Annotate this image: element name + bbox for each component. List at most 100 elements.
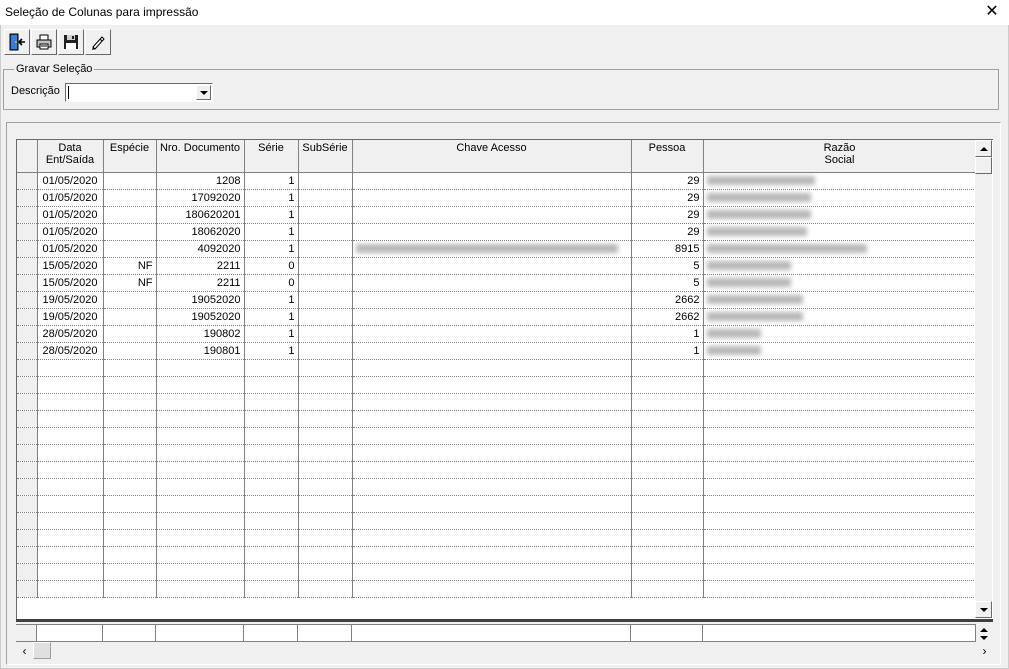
cell-especie[interactable] xyxy=(103,308,157,326)
cell-chave-acesso[interactable] xyxy=(352,325,632,343)
table-row[interactable]: 01/05/2020 1208 1 29 xyxy=(17,172,977,190)
close-icon[interactable]: ✕ xyxy=(983,2,1001,22)
column-header[interactable]: Espécie xyxy=(103,140,157,173)
cell-subserie[interactable] xyxy=(298,206,353,224)
spin-updown-icon[interactable] xyxy=(977,626,991,642)
cell-nro-documento[interactable]: 1208 xyxy=(156,172,245,190)
cell-nro-documento[interactable]: 180620201 xyxy=(156,206,245,224)
chevron-right-icon[interactable]: › xyxy=(976,642,993,659)
scroll-up-button[interactable] xyxy=(975,140,992,157)
cell-pessoa[interactable]: 29 xyxy=(631,206,704,224)
description-combobox[interactable] xyxy=(65,83,213,102)
cell-subserie[interactable] xyxy=(298,240,353,258)
row-indicator[interactable] xyxy=(17,206,38,224)
cell-data[interactable]: 15/05/2020 xyxy=(37,274,104,292)
cell-nro-documento[interactable]: 190801 xyxy=(156,342,245,360)
cell-razao-social[interactable] xyxy=(703,291,977,309)
cell-razao-social[interactable] xyxy=(703,240,977,258)
table-row[interactable]: 01/05/2020 180620201 1 29 xyxy=(17,206,977,224)
cell-razao-social[interactable] xyxy=(703,274,977,292)
cell-chave-acesso[interactable] xyxy=(352,342,632,360)
table-row[interactable]: 15/05/2020 NF 2211 0 5 xyxy=(17,274,977,292)
table-row[interactable]: 15/05/2020 NF 2211 0 5 xyxy=(17,257,977,275)
cell-chave-acesso[interactable] xyxy=(352,206,632,224)
cell-especie[interactable] xyxy=(103,206,157,224)
column-header[interactable]: SubSérie xyxy=(298,140,353,173)
cell-serie[interactable]: 0 xyxy=(244,257,299,275)
table-row[interactable]: 01/05/2020 18062020 1 29 xyxy=(17,223,977,241)
scroll-thumb[interactable] xyxy=(975,157,992,174)
cell-serie[interactable]: 1 xyxy=(244,189,299,207)
cell-pessoa[interactable]: 1 xyxy=(631,342,704,360)
row-indicator[interactable] xyxy=(17,274,38,292)
column-header[interactable]: Nro. Documento xyxy=(156,140,245,173)
cell-serie[interactable]: 1 xyxy=(244,223,299,241)
cell-pessoa[interactable]: 5 xyxy=(631,274,704,292)
horizontal-scrollbar[interactable]: ‹ › xyxy=(16,642,993,659)
cell-razao-social[interactable] xyxy=(703,223,977,241)
cell-nro-documento[interactable]: 19052020 xyxy=(156,291,245,309)
dropdown-button[interactable] xyxy=(196,85,211,100)
cell-razao-social[interactable] xyxy=(703,206,977,224)
cell-razao-social[interactable] xyxy=(703,342,977,360)
table-row[interactable]: 19/05/2020 19052020 1 2662 xyxy=(17,291,977,309)
cell-pessoa[interactable]: 29 xyxy=(631,172,704,190)
cell-razao-social[interactable] xyxy=(703,325,977,343)
cell-subserie[interactable] xyxy=(298,342,353,360)
table-row[interactable]: 01/05/2020 4092020 1 8915 xyxy=(17,240,977,258)
row-indicator[interactable] xyxy=(17,291,38,309)
cell-chave-acesso[interactable] xyxy=(352,172,632,190)
row-indicator[interactable] xyxy=(17,240,38,258)
cell-especie[interactable] xyxy=(103,325,157,343)
horizontal-scroll-thumb[interactable] xyxy=(33,642,51,659)
cell-serie[interactable]: 1 xyxy=(244,342,299,360)
cell-subserie[interactable] xyxy=(298,172,353,190)
row-indicator[interactable] xyxy=(17,189,38,207)
cell-subserie[interactable] xyxy=(298,257,353,275)
cell-data[interactable]: 19/05/2020 xyxy=(37,308,104,326)
cell-chave-acesso[interactable] xyxy=(352,291,632,309)
scroll-down-button[interactable] xyxy=(975,601,992,618)
cell-serie[interactable]: 1 xyxy=(244,172,299,190)
cell-razao-social[interactable] xyxy=(703,308,977,326)
cell-pessoa[interactable]: 5 xyxy=(631,257,704,275)
vertical-scrollbar[interactable] xyxy=(975,140,992,618)
table-row[interactable]: 28/05/2020 190802 1 1 xyxy=(17,325,977,343)
cell-especie[interactable] xyxy=(103,342,157,360)
columns-grid[interactable]: Data Ent/Saída Espécie Nro. Documento Sé… xyxy=(16,139,993,619)
cell-nro-documento[interactable]: 18062020 xyxy=(156,223,245,241)
row-indicator[interactable] xyxy=(17,223,38,241)
cell-subserie[interactable] xyxy=(298,308,353,326)
cell-subserie[interactable] xyxy=(298,189,353,207)
cell-chave-acesso[interactable] xyxy=(352,223,632,241)
cell-nro-documento[interactable]: 2211 xyxy=(156,257,245,275)
cell-data[interactable]: 15/05/2020 xyxy=(37,257,104,275)
cell-chave-acesso[interactable] xyxy=(352,189,632,207)
column-header[interactable]: Chave Acesso xyxy=(352,140,632,173)
cell-pessoa[interactable]: 2662 xyxy=(631,291,704,309)
table-row[interactable]: 28/05/2020 190801 1 1 xyxy=(17,342,977,360)
cell-especie[interactable] xyxy=(103,291,157,309)
cell-nro-documento[interactable]: 2211 xyxy=(156,274,245,292)
row-indicator[interactable] xyxy=(17,325,38,343)
chevron-left-icon[interactable]: ‹ xyxy=(16,642,33,659)
save-button[interactable] xyxy=(58,29,84,55)
table-row[interactable]: 19/05/2020 19052020 1 2662 xyxy=(17,308,977,326)
cell-chave-acesso[interactable] xyxy=(352,274,632,292)
cell-especie[interactable] xyxy=(103,240,157,258)
table-row[interactable]: 01/05/2020 17092020 1 29 xyxy=(17,189,977,207)
cell-data[interactable]: 19/05/2020 xyxy=(37,291,104,309)
cell-data[interactable]: 01/05/2020 xyxy=(37,172,104,190)
cell-chave-acesso[interactable] xyxy=(352,240,632,258)
cell-subserie[interactable] xyxy=(298,291,353,309)
cell-chave-acesso[interactable] xyxy=(352,257,632,275)
cell-pessoa[interactable]: 8915 xyxy=(631,240,704,258)
cell-data[interactable]: 01/05/2020 xyxy=(37,223,104,241)
cell-chave-acesso[interactable] xyxy=(352,308,632,326)
cell-pessoa[interactable]: 1 xyxy=(631,325,704,343)
row-indicator[interactable] xyxy=(17,172,38,190)
cell-nro-documento[interactable]: 4092020 xyxy=(156,240,245,258)
exit-button[interactable] xyxy=(4,29,30,55)
cell-pessoa[interactable]: 29 xyxy=(631,223,704,241)
cell-especie[interactable] xyxy=(103,189,157,207)
